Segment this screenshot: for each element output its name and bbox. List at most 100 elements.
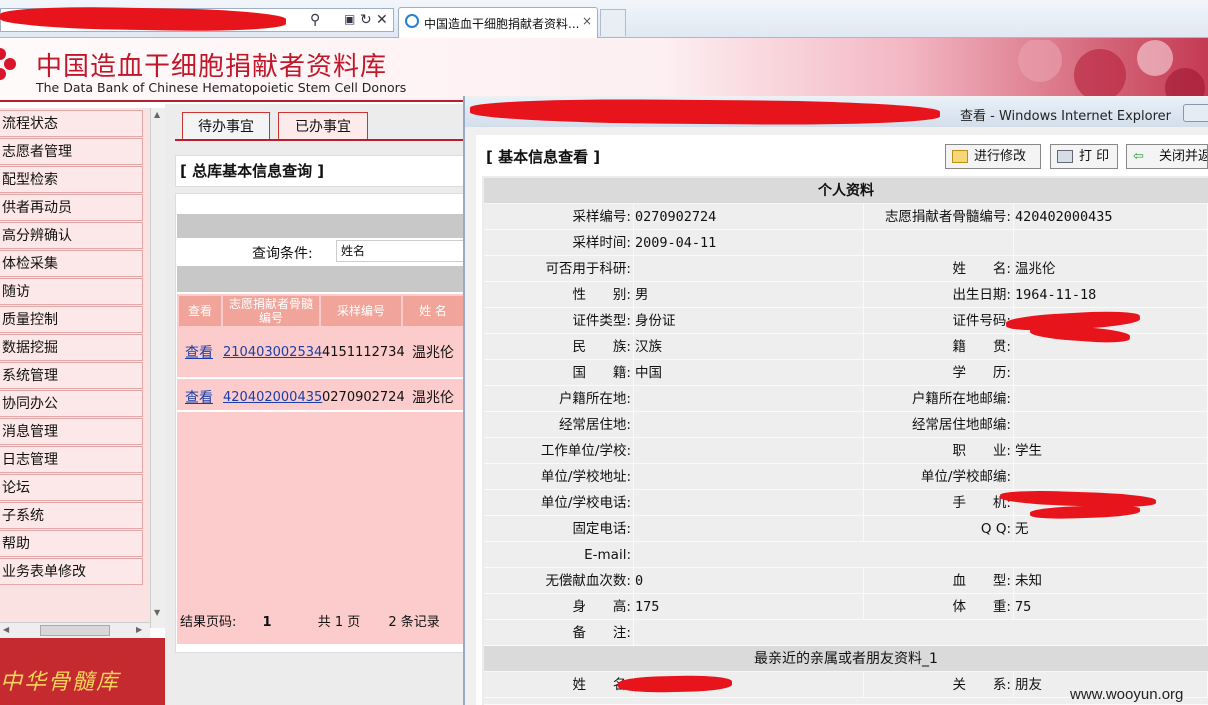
pagination: 结果页码: 1 共 1 页 2 条记录 (180, 611, 440, 630)
field-label: 工作单位/学校: (484, 438, 634, 464)
view-link[interactable]: 查看 (185, 388, 213, 408)
watermark: www.wooyun.org (1070, 686, 1184, 703)
view-link[interactable]: 查看 (185, 343, 213, 363)
field-label: 证件类型: (484, 308, 634, 334)
nav-item-exam-collect[interactable]: 体检采集 (0, 250, 143, 277)
nav-item-system[interactable]: 系统管理 (0, 362, 143, 389)
condition-label: 查询条件: (252, 246, 313, 262)
scroll-thumb[interactable] (40, 625, 110, 636)
close-icon[interactable]: × (582, 14, 592, 28)
scroll-up-icon[interactable]: ▲ (154, 110, 160, 119)
sample-no: 0270902724 (322, 390, 405, 405)
compat-icon[interactable]: ▣ (344, 12, 355, 26)
field-value: 未知 (1014, 568, 1208, 594)
browser-tab[interactable]: 中国造血干细胞捐献者资料... × (398, 7, 598, 38)
nav-item-office[interactable]: 协同办公 (0, 390, 143, 417)
field-label: 手 机: (864, 490, 1014, 516)
nav-item-volunteer-mgmt[interactable]: 志愿者管理 (0, 138, 143, 165)
nav-footer-logo: 中华骨髓库 (0, 670, 121, 695)
field-value (634, 412, 864, 438)
tab-done[interactable]: 已办事宜 (278, 112, 368, 140)
info-row: 国 籍: 中国 学 历: (484, 360, 1208, 386)
field-label: 国 籍: (484, 360, 634, 386)
field-label: 出生日期: (864, 282, 1014, 308)
field-value (634, 464, 864, 490)
field-label: 血 型: (864, 568, 1014, 594)
popup-title: 查看 - Windows Internet Explorer (960, 109, 1171, 124)
field-label: 籍 贯: (864, 334, 1014, 360)
info-row: 无偿献血次数: 0 血 型: 未知 (484, 568, 1208, 594)
nav-scrollbar[interactable]: ▲ ▼ (150, 108, 165, 628)
field-value: 175 (634, 594, 864, 620)
field-label: 姓 名: (864, 256, 1014, 282)
field-value (634, 490, 864, 516)
nav-item-logs[interactable]: 日志管理 (0, 446, 143, 473)
field-label: 单位/学校地址: (484, 464, 634, 490)
field-value (634, 542, 1208, 568)
field-label: 志愿捐献者骨髓编号: (864, 204, 1014, 230)
nav-item-messages[interactable]: 消息管理 (0, 418, 143, 445)
field-label: 单位/学校电话: (484, 490, 634, 516)
nav-item-match-search[interactable]: 配型检索 (0, 166, 143, 193)
donor-no-link[interactable]: 210403002534 (223, 343, 322, 363)
nav-item-followup[interactable]: 随访 (0, 278, 143, 305)
scroll-right-icon[interactable]: ▶ (136, 625, 142, 634)
scroll-down-icon[interactable]: ▼ (154, 608, 160, 617)
field-value (634, 256, 864, 282)
field-value (1014, 360, 1208, 386)
edit-icon (952, 150, 968, 163)
scroll-left-icon[interactable]: ◀ (3, 625, 9, 634)
field-value: 1964-11-18 (1014, 282, 1208, 308)
stop-icon[interactable]: ✕ (376, 12, 388, 28)
new-tab-button[interactable] (600, 9, 626, 36)
print-button[interactable]: 打 印 (1050, 144, 1118, 169)
field-label: E-mail: (484, 542, 634, 568)
field-value: 75 (1014, 594, 1208, 620)
ie-icon (405, 14, 419, 28)
nav-item-quality[interactable]: 质量控制 (0, 306, 143, 333)
info-row: 可否用于科研: 姓 名: 温兆伦 (484, 256, 1208, 282)
nav-item-help[interactable]: 帮助 (0, 530, 143, 557)
nav-item-data-mining[interactable]: 数据挖掘 (0, 334, 143, 361)
donor-name: 温兆伦 (412, 345, 454, 361)
field-label (864, 230, 1014, 256)
field-label: Q Q: (864, 516, 1014, 542)
field-value (634, 620, 1208, 646)
field-value: 中国 (634, 360, 864, 386)
condition-select[interactable]: 姓名 (336, 240, 466, 262)
field-value: 温兆伦 (1014, 256, 1208, 282)
panel-bar (177, 214, 465, 238)
nav-item-flow-status[interactable]: 流程状态 (0, 110, 143, 137)
nav-item-hires-confirm[interactable]: 高分辨确认 (0, 222, 143, 249)
field-label: 经常居住地邮编: (864, 412, 1014, 438)
field-value: 0270902724 (634, 204, 864, 230)
field-value (634, 386, 864, 412)
field-label: 单位/学校邮编: (864, 464, 1014, 490)
nav-item-subsystem[interactable]: 子系统 (0, 502, 143, 529)
nav-item-forum[interactable]: 论坛 (0, 474, 143, 501)
col-name: 姓 名 (403, 296, 463, 326)
edit-button[interactable]: 进行修改 (945, 144, 1041, 169)
col-donor-no: 志愿捐献者骨髓编号 (223, 296, 319, 326)
field-value: 0 (634, 568, 864, 594)
field-value (634, 438, 864, 464)
donor-name: 温兆伦 (412, 390, 454, 406)
panel-bar (177, 266, 465, 292)
tab-pending[interactable]: 待办事宜 (182, 112, 270, 140)
field-label: 采样时间: (484, 230, 634, 256)
page-title: [ 总库基本信息查询 ] (175, 155, 465, 187)
minimize-button[interactable] (1183, 104, 1208, 122)
info-row: 性 别: 男 出生日期: 1964-11-18 (484, 282, 1208, 308)
field-label: 身 高: (484, 594, 634, 620)
nav-item-donor-remobilize[interactable]: 供者再动员 (0, 194, 143, 221)
refresh-icon[interactable]: ↻ (360, 12, 372, 28)
nav-hscrollbar[interactable]: ◀ ▶ (0, 622, 150, 638)
field-value (634, 516, 864, 542)
nav-item-form-edit[interactable]: 业务表单修改 (0, 558, 143, 585)
close-return-button[interactable]: ⇦ 关闭并返 (1126, 144, 1208, 169)
back-arrow-icon: ⇦ (1133, 149, 1144, 164)
field-label: 民 族: (484, 334, 634, 360)
donor-no-link[interactable]: 420402000435 (223, 388, 322, 408)
page-number[interactable]: 1 (263, 615, 272, 630)
search-icon[interactable]: ⚲ (310, 12, 320, 28)
